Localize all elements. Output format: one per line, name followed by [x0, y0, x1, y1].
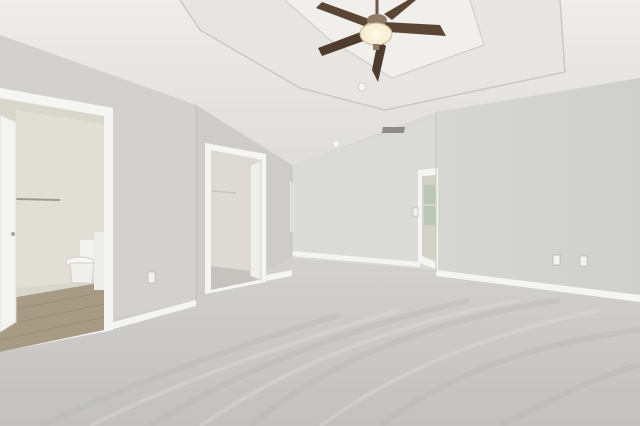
light-switch-icon: [412, 207, 419, 217]
outlet-icon: [579, 255, 588, 267]
recessed-light-icon: [333, 141, 339, 147]
outlet-icon: [552, 254, 561, 266]
ceiling-vent-icon: [381, 127, 406, 133]
outlet-icon: [147, 271, 156, 284]
bathroom-door: [0, 114, 17, 333]
door-knob-icon: [11, 232, 15, 236]
room-photo: [0, 0, 640, 426]
fan-light-icon: [359, 22, 393, 46]
right-wall: [436, 78, 640, 300]
closet-door: [249, 159, 262, 281]
smoke-detector-icon: [357, 82, 367, 92]
vanity-edge: [94, 232, 104, 290]
room-illustration: [0, 0, 640, 426]
towel-bar: [15, 198, 61, 201]
